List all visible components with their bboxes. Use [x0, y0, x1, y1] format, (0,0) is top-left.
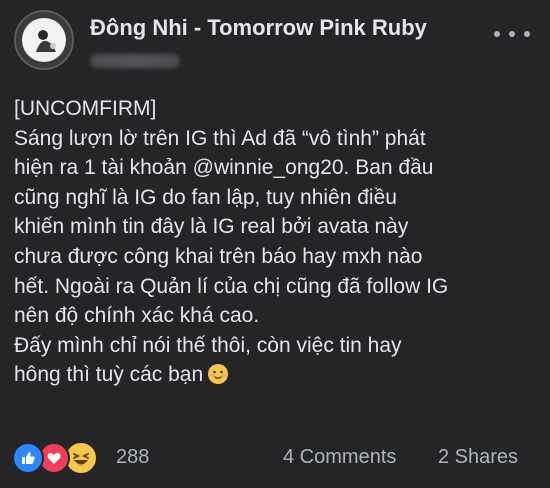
- post-line: hết. Ngoài ra Quản lí của chị cũng đã fo…: [14, 274, 449, 298]
- page-avatar[interactable]: [14, 10, 74, 70]
- post-line: nên độ chính xác khá cao.: [14, 304, 260, 328]
- avatar-figure-icon: [36, 30, 56, 52]
- dot: [494, 31, 500, 37]
- reaction-count[interactable]: 288: [116, 446, 149, 469]
- dot: [524, 31, 530, 37]
- post-line: Sáng lượn lờ trên IG thì Ad đã “vô tình”…: [14, 126, 426, 150]
- comments-link[interactable]: 4 Comments: [283, 446, 396, 469]
- post-timestamp-blurred: [90, 54, 180, 68]
- more-options-icon[interactable]: [494, 24, 530, 44]
- like-icon: [12, 442, 44, 474]
- facebook-post: Đông Nhi - Tomorrow Pink Ruby [UNCOMFIRM…: [0, 0, 550, 488]
- shares-link[interactable]: 2 Shares: [438, 446, 518, 469]
- post-line: khiến mình tin đây là IG real bởi avata …: [14, 215, 409, 239]
- post-line-last: hông thì tuỳ các bạn: [14, 360, 540, 390]
- page-name[interactable]: Đông Nhi - Tomorrow Pink Ruby: [90, 15, 427, 41]
- post-line-text: hông thì tuỳ các bạn: [14, 363, 204, 387]
- post-text: [UNCOMFIRM] Sáng lượn lờ trên IG thì Ad …: [14, 94, 540, 390]
- reaction-icons[interactable]: [12, 441, 112, 475]
- post-line: cũng nghĩ là IG do fan lập, tuy nhiên đi…: [14, 185, 397, 209]
- dot: [509, 31, 515, 37]
- post-line: Đấy mình chỉ nói thế thôi, còn việc tin …: [14, 333, 402, 357]
- blush-smile-emoji-icon: [208, 364, 229, 385]
- post-line: [UNCOMFIRM]: [14, 97, 157, 120]
- post-line: hiện ra 1 tài khoản @winnie_ong20. Ban đ…: [14, 156, 434, 180]
- post-line: chưa được công khai trên báo hay mxh nào: [14, 244, 423, 268]
